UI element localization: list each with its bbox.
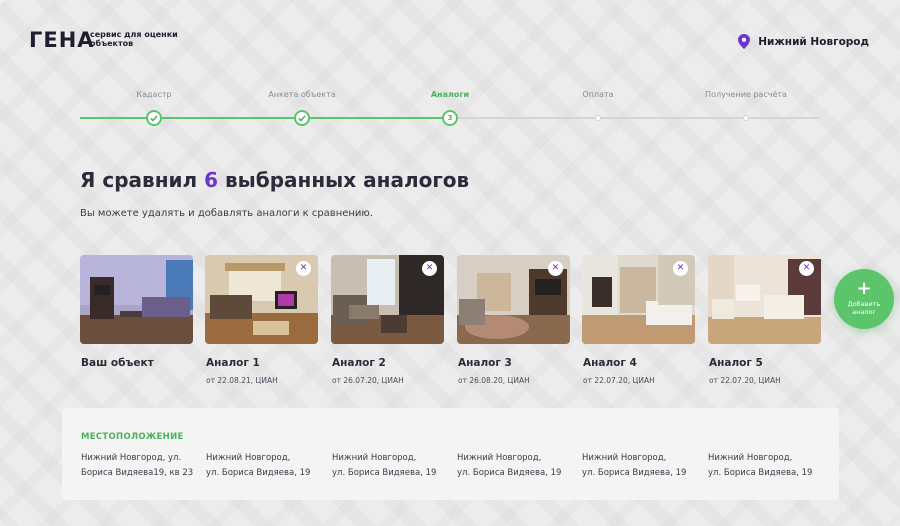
- address-line: ул. Бориса Видяева, 19: [206, 468, 311, 478]
- room-photo: ✕: [331, 255, 444, 344]
- location-cell: Нижний Новгород, ул. Бориса Видяева, 19: [206, 451, 321, 481]
- step-dot: [595, 115, 601, 121]
- step-number-badge: 3: [442, 110, 458, 126]
- location-cell: Нижний Новгород, ул. Бориса Видяева, 19: [582, 451, 697, 481]
- step-label: Оплата: [582, 90, 614, 99]
- address-line: Нижний Новгород,: [206, 453, 291, 463]
- address-line: Нижний Новгород, ул.: [81, 453, 182, 463]
- remove-analog-button[interactable]: ✕: [673, 261, 688, 276]
- title-text: Я сравнил: [80, 168, 205, 192]
- card-title: Аналог 1: [206, 357, 260, 369]
- location-row: МЕСТОПОЛОЖЕНИЕ Нижний Новгород, ул. Бори…: [62, 408, 839, 500]
- address-line: Бориса Видяева19, кв 23: [81, 468, 194, 478]
- step-label: Получение расчёта: [705, 90, 787, 99]
- step-label: Анкета объекта: [268, 90, 336, 99]
- card-source-date: от 22.07.20, ЦИАН: [583, 376, 655, 385]
- remove-analog-button[interactable]: ✕: [548, 261, 563, 276]
- logo-tagline: сервис для оценки объектов: [90, 30, 178, 48]
- step-check-icon: [146, 110, 162, 126]
- remove-analog-button[interactable]: ✕: [422, 261, 437, 276]
- map-pin-icon: [738, 34, 751, 49]
- card-source-date: от 22.07.20, ЦИАН: [709, 376, 781, 385]
- step-cadastre[interactable]: Кадастр: [136, 90, 171, 104]
- card-source-date: от 22.08.21, ЦИАН: [206, 376, 278, 385]
- analog-count: 6: [204, 168, 219, 192]
- location-cell: Нижний Новгород, ул. Бориса Видяева, 19: [708, 451, 823, 481]
- card-title: Аналог 4: [583, 357, 637, 369]
- card-source-date: от 26.08.20, ЦИАН: [458, 376, 530, 385]
- step-object-form[interactable]: Анкета объекта: [268, 90, 335, 104]
- page: ГЕНА сервис для оценки объектов Нижний Н…: [0, 0, 900, 526]
- analog-card[interactable]: ✕ Аналог 3 от 26.08.20, ЦИАН: [457, 255, 570, 385]
- progress-stepper: Кадастр Анкета объекта Аналоги 3 Оплата …: [80, 90, 820, 130]
- address-line: ул. Бориса Видяева, 19: [332, 468, 437, 478]
- page-subtitle: Вы можете удалять и добавлять аналоги к …: [80, 208, 374, 219]
- card-source-date: от 26.07.20, ЦИАН: [332, 376, 404, 385]
- step-result[interactable]: Получение расчёта: [705, 90, 787, 104]
- card-title: Аналог 5: [709, 357, 763, 369]
- location-cell: Нижний Новгород, ул. Бориса Видяева19, к…: [81, 451, 196, 481]
- step-dot: [743, 115, 749, 121]
- remove-analog-button[interactable]: ✕: [799, 261, 814, 276]
- add-analog-label: аналог: [852, 308, 876, 316]
- step-check-icon: [294, 110, 310, 126]
- address-line: Нижний Новгород,: [332, 453, 417, 463]
- location-heading: МЕСТОПОЛОЖЕНИЕ: [81, 432, 184, 442]
- address-line: Нижний Новгород,: [457, 453, 542, 463]
- object-card: Ваш объект: [80, 255, 193, 369]
- logo[interactable]: ГЕНА: [29, 28, 95, 52]
- location-cell: Нижний Новгород, ул. Бориса Видяева, 19: [457, 451, 572, 481]
- address-line: ул. Бориса Видяева, 19: [457, 468, 562, 478]
- city-label: Нижний Новгород: [758, 35, 869, 48]
- address-line: ул. Бориса Видяева, 19: [582, 468, 687, 478]
- analog-card[interactable]: ✕ Аналог 5 от 22.07.20, ЦИАН: [708, 255, 821, 385]
- page-title: Я сравнил 6 выбранных аналогов: [80, 168, 469, 192]
- step-label: Кадастр: [136, 90, 172, 99]
- title-text: выбранных аналогов: [218, 168, 470, 192]
- address-line: ул. Бориса Видяева, 19: [708, 468, 813, 478]
- address-line: Нижний Новгород,: [708, 453, 793, 463]
- room-photo: [80, 255, 193, 344]
- analog-card[interactable]: ✕ Аналог 2 от 26.07.20, ЦИАН: [331, 255, 444, 385]
- remove-analog-button[interactable]: ✕: [296, 261, 311, 276]
- add-analog-button[interactable]: + Добавить аналог: [834, 269, 894, 329]
- city-selector[interactable]: Нижний Новгород: [738, 34, 869, 49]
- location-cell: Нижний Новгород, ул. Бориса Видяева, 19: [332, 451, 447, 481]
- stepper-line-todo: [450, 117, 820, 119]
- room-photo: ✕: [582, 255, 695, 344]
- plus-icon: +: [856, 278, 872, 299]
- card-title: Аналог 3: [458, 357, 512, 369]
- room-photo: ✕: [708, 255, 821, 344]
- step-analogs[interactable]: Аналоги: [431, 90, 469, 104]
- step-payment[interactable]: Оплата: [582, 90, 613, 104]
- card-title: Аналог 2: [332, 357, 386, 369]
- room-photo: ✕: [457, 255, 570, 344]
- add-analog-label: Добавить: [847, 300, 881, 308]
- step-label: Аналоги: [430, 90, 470, 99]
- stepper-line-done: [80, 117, 450, 119]
- address-line: Нижний Новгород,: [582, 453, 667, 463]
- analog-card[interactable]: ✕ Аналог 1 от 22.08.21, ЦИАН: [205, 255, 318, 385]
- card-title: Ваш объект: [81, 357, 154, 369]
- room-photo: ✕: [205, 255, 318, 344]
- analog-card[interactable]: ✕ Аналог 4 от 22.07.20, ЦИАН: [582, 255, 695, 385]
